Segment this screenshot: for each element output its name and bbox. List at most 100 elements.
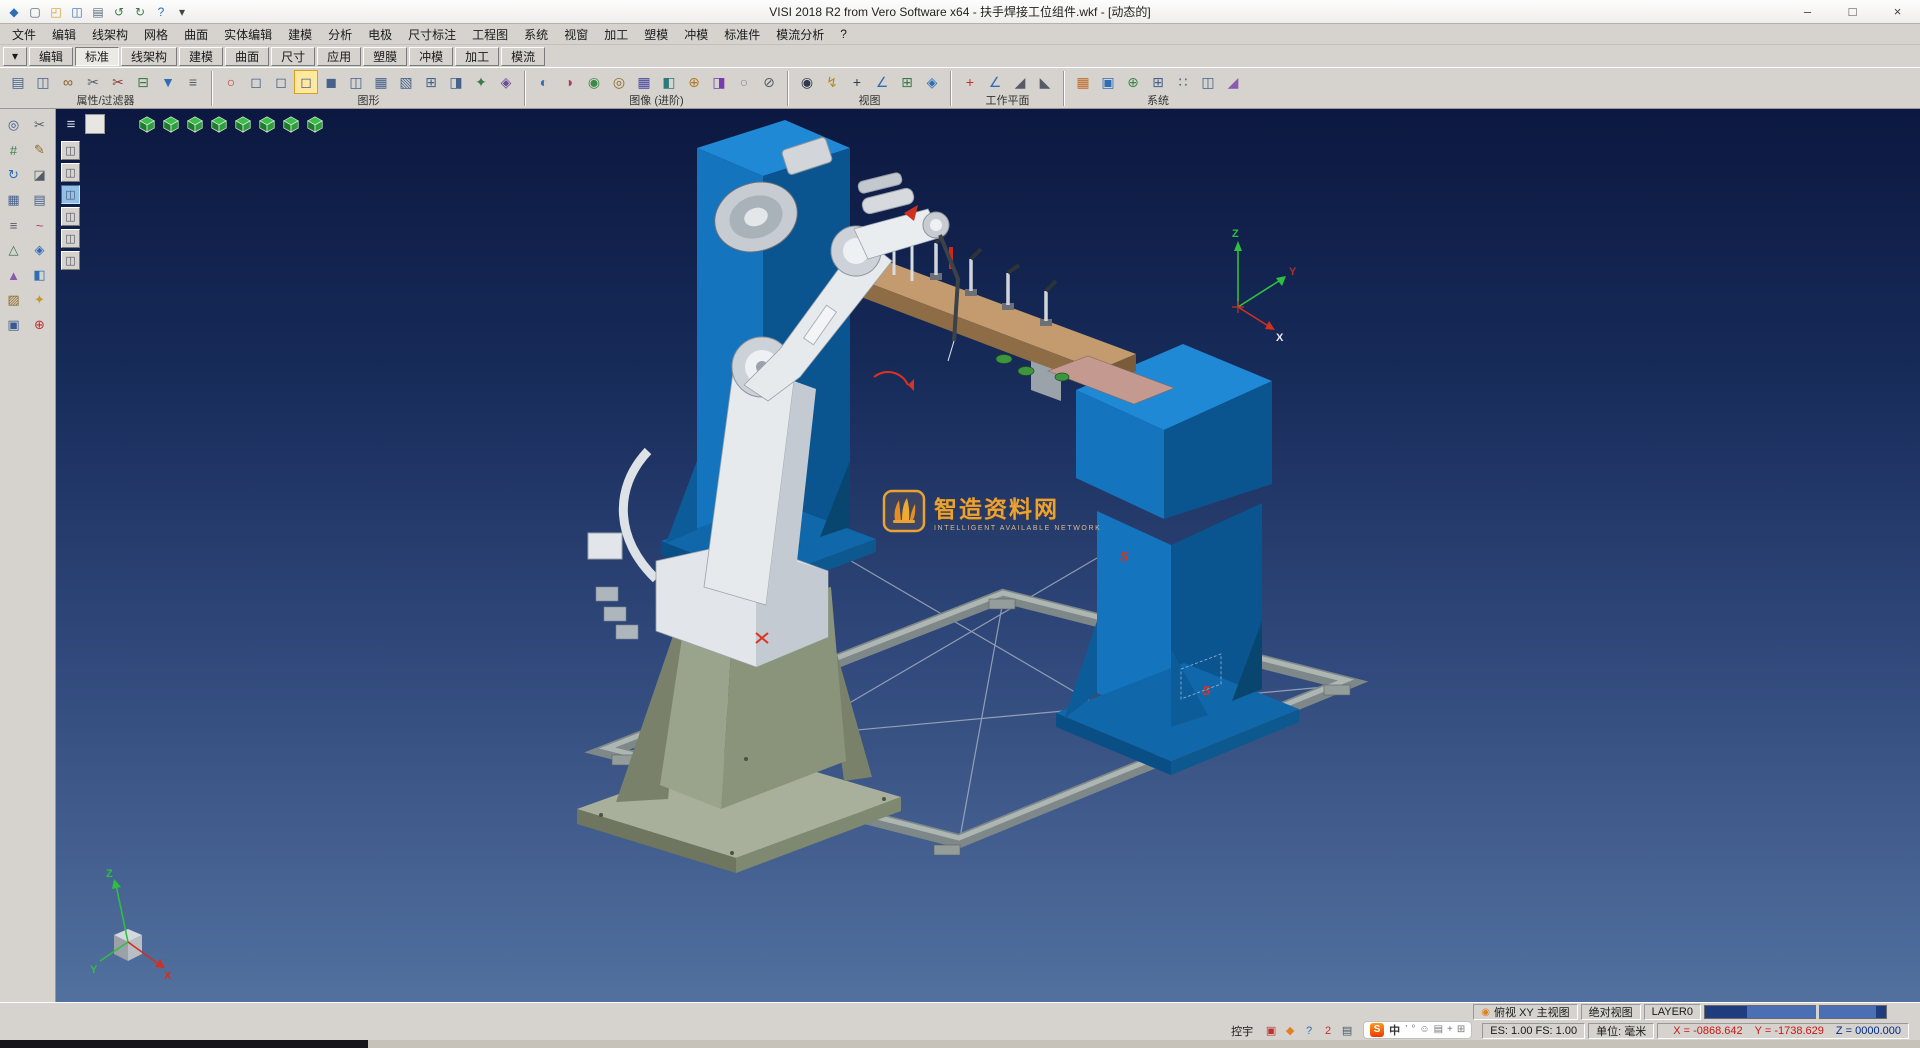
menu-item[interactable]: ? [832, 25, 855, 43]
material-icon[interactable]: ◨ [707, 70, 731, 94]
mirror-icon[interactable]: ◧ [29, 264, 51, 286]
tray-count-badge[interactable]: 2 [1320, 1023, 1336, 1039]
highlight-icon[interactable]: ✦ [469, 70, 493, 94]
menu-item[interactable]: 模流分析 [768, 24, 832, 45]
redo-icon[interactable]: ↻ [130, 2, 150, 22]
erase-icon[interactable]: ◪ [29, 164, 51, 186]
view-options-button[interactable] [85, 114, 105, 134]
display-filter-2[interactable]: ◫ [61, 163, 80, 182]
display-filter-5[interactable]: ◫ [61, 229, 80, 248]
texture-icon[interactable]: ▦ [632, 70, 656, 94]
sheet-icon[interactable]: ▤ [29, 189, 51, 211]
menu-item[interactable]: 分析 [320, 24, 360, 45]
solid-box-icon[interactable]: ▦ [369, 70, 393, 94]
ime-emoji-icon[interactable]: ☺ [1419, 1024, 1429, 1035]
help-icon[interactable]: ? [151, 2, 171, 22]
tab-application[interactable]: 应用 [317, 47, 361, 66]
sketch-icon[interactable]: ✎ [29, 139, 51, 161]
cylinder-display-icon[interactable]: ◫ [344, 70, 368, 94]
maximize-button[interactable]: □ [1830, 0, 1875, 23]
target-icon[interactable]: ⊕ [29, 314, 51, 336]
perspective-icon[interactable]: ◈ [920, 70, 944, 94]
save-icon[interactable]: ◫ [67, 2, 87, 22]
toolbar-dropdown-button[interactable]: ▾ [3, 47, 27, 66]
menu-item[interactable]: 标准件 [716, 24, 768, 45]
workplane-origin-icon[interactable]: + [958, 70, 982, 94]
close-button[interactable]: × [1875, 0, 1920, 23]
absolute-view-button[interactable]: 绝对视图 [1581, 1004, 1641, 1020]
view-front-button[interactable] [185, 114, 205, 134]
hatch-icon[interactable]: ▨ [3, 289, 25, 311]
menu-item[interactable]: 尺寸标注 [400, 24, 464, 45]
matrix-icon[interactable]: ∷ [1171, 70, 1195, 94]
chain-select-icon[interactable]: ∞ [56, 70, 80, 94]
view-top-button[interactable] [161, 114, 181, 134]
trim-icon[interactable]: ✂ [106, 70, 130, 94]
open-folder-icon[interactable]: ◰ [46, 2, 66, 22]
ime-language-toggle[interactable]: 中 [1389, 1022, 1400, 1038]
menu-item[interactable]: 视窗 [556, 24, 596, 45]
workplane-face-icon[interactable]: ◢ [1008, 70, 1032, 94]
display-filter-4[interactable]: ◫ [61, 207, 80, 226]
tray-flame-icon[interactable]: ◆ [1282, 1023, 1298, 1039]
tab-wireframe[interactable]: 线架构 [121, 47, 177, 66]
point-display-icon[interactable]: ○ [219, 70, 243, 94]
tab-standard[interactable]: 标准 [75, 47, 119, 66]
3d-model-canvas[interactable]: S S [56, 109, 1920, 1002]
horizontal-scrollbar[interactable] [0, 1040, 368, 1048]
half-shade-icon[interactable]: ◧ [657, 70, 681, 94]
light-source-icon[interactable]: ⊕ [682, 70, 706, 94]
pan-icon[interactable]: + [845, 70, 869, 94]
grid-icon[interactable]: ⊞ [1146, 70, 1170, 94]
render-left-icon[interactable]: ◐ [532, 70, 556, 94]
curve-icon[interactable]: ~ [29, 214, 51, 236]
rendered-mode-icon[interactable]: ◼ [319, 70, 343, 94]
tab-mold[interactable]: 塑膜 [363, 47, 407, 66]
print-icon[interactable]: ▤ [88, 2, 108, 22]
no-render-icon[interactable]: ⊘ [757, 70, 781, 94]
tab-dimension[interactable]: 尺寸 [271, 47, 315, 66]
quickbar-dropdown-icon[interactable]: ▾ [172, 2, 192, 22]
prism-icon[interactable]: ▲ [3, 264, 25, 286]
rotate-icon[interactable]: ↻ [3, 164, 25, 186]
layers-icon[interactable]: ≡ [3, 214, 25, 236]
view-left-button[interactable] [257, 114, 277, 134]
layer-button[interactable]: LAYER0 [1644, 1004, 1701, 1020]
tab-flow[interactable]: 模流 [501, 47, 545, 66]
menu-item[interactable]: 编辑 [44, 24, 84, 45]
cube-icon[interactable]: ◈ [29, 239, 51, 261]
display-filter-1[interactable]: ◫ [61, 141, 80, 160]
render-full-icon[interactable]: ◉ [582, 70, 606, 94]
tab-die[interactable]: 冲模 [409, 47, 453, 66]
tray-keyboard-icon[interactable]: ▤ [1339, 1023, 1355, 1039]
ime-grid-icon[interactable]: ⊞ [1457, 1024, 1465, 1035]
menu-item[interactable]: 冲模 [676, 24, 716, 45]
shade-icon[interactable]: ▦ [3, 189, 25, 211]
tab-modeling[interactable]: 建模 [179, 47, 223, 66]
menu-item[interactable]: 电极 [360, 24, 400, 45]
render-ring-icon[interactable]: ◎ [607, 70, 631, 94]
zoom-extents-icon[interactable]: ◉ [795, 70, 819, 94]
menu-item[interactable]: 工程图 [464, 24, 516, 45]
new-file-icon[interactable]: ▢ [25, 2, 45, 22]
work-plane-icon[interactable]: ◢ [1221, 70, 1245, 94]
cut-entities-icon[interactable]: ✂ [81, 70, 105, 94]
dynamic-view-icon[interactable]: ↯ [820, 70, 844, 94]
menu-item[interactable]: 建模 [280, 24, 320, 45]
view-indicator[interactable]: ◉ 俯视 XY 主视图 [1473, 1004, 1577, 1020]
view-bottom-button[interactable] [281, 114, 301, 134]
select-icon[interactable]: ◎ [3, 114, 25, 136]
multi-view-icon[interactable]: ⊞ [895, 70, 919, 94]
ime-keyboard-icon[interactable]: ▤ [1434, 1024, 1443, 1035]
wireframe-mode-icon[interactable]: ◻ [244, 70, 268, 94]
measure-icon[interactable]: △ [3, 239, 25, 261]
bounding-box-icon[interactable]: ⊞ [419, 70, 443, 94]
pinned-app-label[interactable]: 控宇 [1225, 1023, 1259, 1039]
view-isometric-button[interactable] [137, 114, 157, 134]
properties-icon[interactable]: ▤ [6, 70, 30, 94]
view-back-button[interactable] [233, 114, 253, 134]
section-icon[interactable]: ◨ [444, 70, 468, 94]
clipboard-icon[interactable]: ⊟ [131, 70, 155, 94]
tray-help-icon[interactable]: ? [1301, 1023, 1317, 1039]
tab-edit[interactable]: 编辑 [29, 47, 73, 66]
